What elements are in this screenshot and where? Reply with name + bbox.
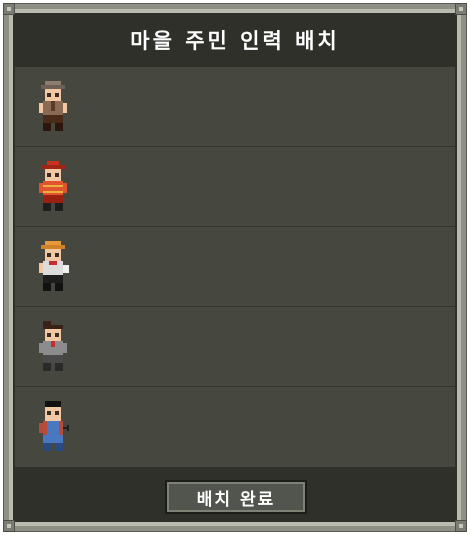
- villager-assignment-window: 마을 주민 인력 배치 배치 완료: [0, 0, 470, 535]
- farmer-villager-icon[interactable]: [37, 81, 69, 133]
- villager-slot[interactable]: [15, 387, 455, 467]
- merchant-villager-icon[interactable]: [37, 321, 69, 373]
- window-title: 마을 주민 인력 배치: [130, 29, 340, 53]
- villager-slot[interactable]: [15, 307, 455, 387]
- firefighter-villager-icon[interactable]: [37, 161, 69, 213]
- villager-slot-list: [15, 67, 455, 467]
- villager-slot[interactable]: [15, 67, 455, 147]
- corner-rivet-bottom-right: [455, 520, 467, 532]
- builder-villager-icon[interactable]: [37, 241, 69, 293]
- mechanic-villager-icon[interactable]: [37, 401, 69, 453]
- villager-slot[interactable]: [15, 147, 455, 227]
- confirm-assignment-button[interactable]: 배치 완료: [165, 480, 307, 514]
- villager-slot[interactable]: [15, 227, 455, 307]
- corner-rivet-bottom-left: [3, 520, 15, 532]
